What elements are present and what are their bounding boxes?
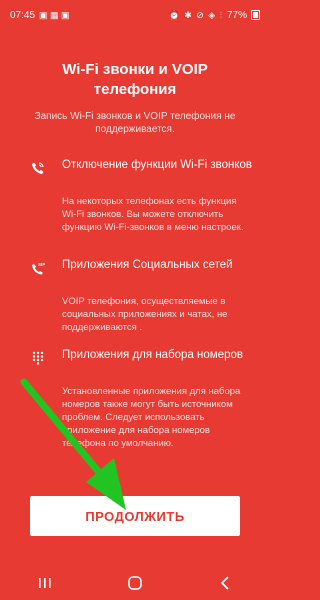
home-icon — [128, 575, 142, 590]
recent-apps-icon — [39, 577, 51, 588]
recent-apps-button[interactable] — [25, 568, 65, 598]
sip-phone-icon: SIP — [30, 260, 46, 276]
battery-icon — [251, 10, 260, 20]
continue-button[interactable]: ПРОДОЛЖИТЬ — [30, 496, 240, 536]
status-right: ⏰ ✱ ⊘ ◈ ⫶ 77% — [169, 10, 260, 21]
svg-text:SIP: SIP — [38, 262, 45, 267]
page-title: Wi-Fi звонки и VOIP телефония — [62, 61, 208, 98]
back-icon — [220, 575, 229, 590]
section-title: Приложения для набора номеров — [62, 349, 243, 361]
battery-percent: 77% — [226, 9, 247, 21]
back-button[interactable] — [205, 568, 245, 598]
section-title: Приложения Социальных сетей — [62, 259, 233, 271]
section-body: На некоторых телефонах есть функция Wi-F… — [62, 196, 244, 233]
section-title: Отключение функции Wi-Fi звонков — [62, 159, 252, 171]
notification-icons: ▣ ▦ ▣ — [39, 9, 70, 20]
section-body: VOIP телефония, осуществляемые в социаль… — [62, 296, 228, 333]
status-bar: 07:45 ▣ ▦ ▣ ⏰ ✱ ⊘ ◈ ⫶ 77% — [0, 0, 270, 30]
dialpad-icon — [30, 350, 46, 366]
intro-text: Запись Wi-Fi звонков и VOIP телефония не… — [34, 111, 236, 135]
home-button[interactable] — [115, 568, 155, 598]
section-body: Установленные приложения для набора номе… — [62, 386, 241, 449]
system-nav-bar — [0, 565, 270, 600]
status-left: 07:45 ▣ ▦ ▣ — [10, 10, 70, 21]
status-time: 07:45 — [10, 9, 36, 21]
system-icons: ⏰ ✱ ⊘ ◈ ⫶ — [168, 9, 223, 20]
wifi-call-icon — [30, 160, 46, 176]
